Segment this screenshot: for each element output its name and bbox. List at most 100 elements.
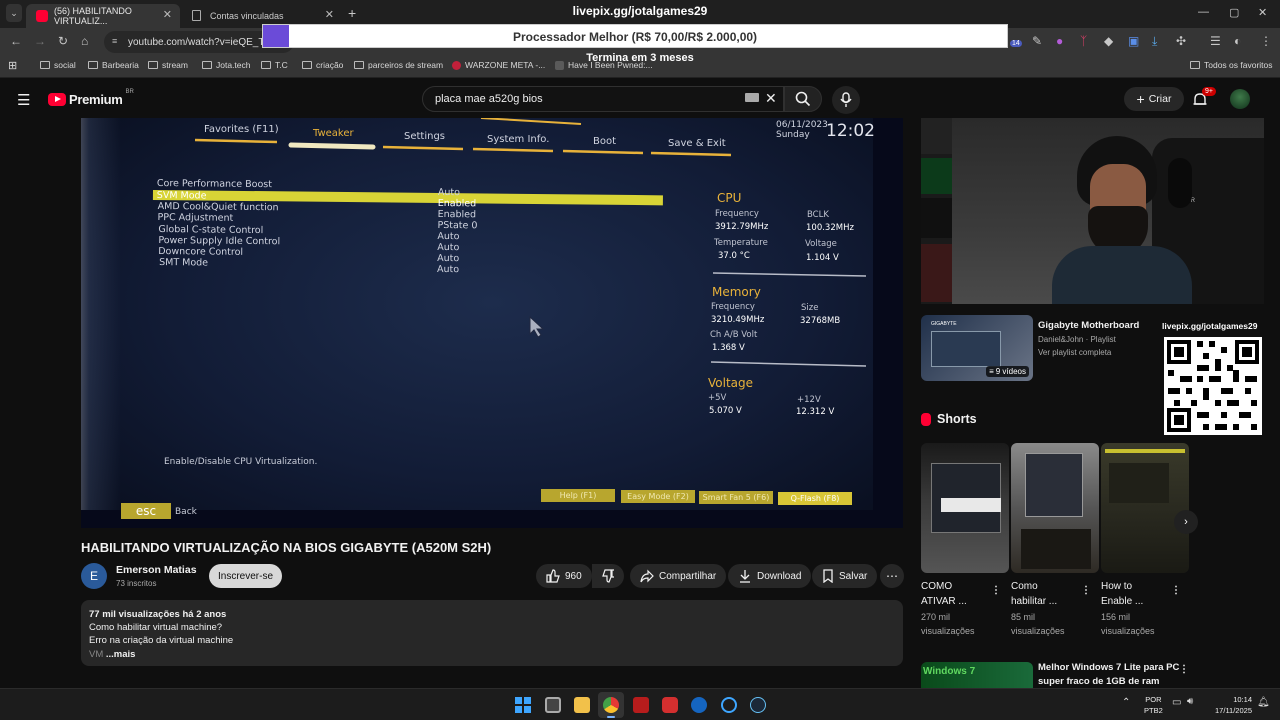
close-tab-icon[interactable]: ✕ [163, 8, 172, 21]
bios-help-text: Enable/Disable CPU Virtualization. [164, 457, 318, 467]
like-button[interactable]: 960 [536, 564, 592, 588]
more-actions-button[interactable]: ⋯ [880, 564, 904, 588]
dislike-button[interactable] [592, 564, 624, 588]
save-button[interactable]: Salvar [812, 564, 878, 588]
bios-back-label: Back [175, 507, 197, 517]
subscribe-button[interactable]: Inscrever-se [209, 564, 282, 588]
recommended-thumbnail[interactable]: Windows 7 [921, 662, 1033, 688]
maximize-icon[interactable]: ▢ [1229, 6, 1239, 19]
recommended-more-icon[interactable]: ⋮ [1179, 664, 1189, 675]
video-player[interactable]: Favorites (F11) Tweaker Settings System … [81, 118, 903, 528]
app-icon-2[interactable] [633, 697, 649, 713]
download-button[interactable]: Download [728, 564, 812, 588]
short-card[interactable]: COMO ATIVAR ... 270 mil visualizações ⋮ [921, 443, 1009, 643]
extension-badge[interactable]: 14 [1010, 40, 1022, 47]
windows-start-icon[interactable] [515, 697, 531, 713]
steam-icon[interactable] [750, 697, 766, 713]
bookmark-folder[interactable]: Barbearia [88, 60, 139, 70]
recommended-video[interactable]: Windows 7 Melhor Windows 7 Lite para PC … [921, 662, 1191, 688]
puzzle-icon[interactable]: ✣ [1176, 34, 1186, 48]
search-input[interactable]: placa mae a520g bios ✕ [422, 86, 784, 112]
playlist-author[interactable]: Daniel&John · Playlist [1038, 335, 1116, 344]
search-button[interactable] [784, 86, 822, 112]
apps-grid-icon[interactable]: ⊞ [8, 59, 17, 72]
app-icon-5[interactable] [721, 697, 737, 713]
minimize-icon[interactable]: — [1198, 6, 1209, 18]
back-icon[interactable]: ← [10, 34, 22, 48]
bookmark-folder[interactable]: Jota.tech [202, 60, 251, 70]
create-button[interactable]: + Criar [1124, 87, 1184, 111]
short-title-line1[interactable]: How to [1101, 581, 1132, 592]
language-indicator[interactable]: POR PTB2 [1144, 694, 1163, 716]
extension-icon-1[interactable]: ● [1056, 34, 1063, 48]
reload-icon[interactable]: ↻ [58, 34, 68, 48]
forward-icon[interactable]: → [34, 34, 46, 48]
extension-icon-4[interactable]: ▣ [1128, 34, 1139, 48]
more-menu-icon[interactable]: ⋮ [1260, 34, 1272, 48]
short-thumbnail[interactable] [921, 443, 1009, 573]
tab-list-icon[interactable]: ⌄ [6, 4, 22, 22]
bookmark-folder[interactable]: criação [302, 60, 343, 70]
playlist-title[interactable]: Gigabyte Motherboard [1038, 320, 1139, 331]
notifications-button[interactable]: 9+ [1192, 87, 1216, 110]
playlist-card[interactable]: GIGABYTE ≡ 9 vídeos Gigabyte Motherboard… [921, 315, 1161, 383]
network-icon[interactable]: ▭ [1172, 697, 1181, 708]
short-title-line2[interactable]: ATIVAR ... [921, 596, 967, 607]
chrome-app[interactable] [598, 692, 624, 718]
recommended-title-line1[interactable]: Melhor Windows 7 Lite para PC [1038, 662, 1179, 673]
new-tab-button[interactable]: + [348, 5, 356, 21]
profile-icon[interactable]: ◐ [1234, 34, 1241, 48]
favorites-bar-icon[interactable]: ☰ [1210, 34, 1221, 48]
playlist-thumbnail[interactable]: GIGABYTE ≡ 9 vídeos [921, 315, 1033, 381]
show-more-link[interactable]: ...mais [106, 649, 136, 660]
bookmark-folder[interactable]: T.C [261, 60, 288, 70]
short-title-line1[interactable]: COMO [921, 581, 952, 592]
memory-freq-value: 3210.49MHz [711, 315, 765, 325]
tab-active[interactable]: (56) HABILITANDO VIRTUALIZ... ✕ [26, 4, 180, 28]
site-info-icon[interactable]: ≡ [112, 36, 117, 46]
clock[interactable]: 10:14 17/11/2025 [1208, 694, 1252, 716]
short-title-line2[interactable]: habilitar ... [1011, 596, 1057, 607]
close-tab-icon[interactable]: ✕ [325, 8, 334, 21]
voice-search-button[interactable] [832, 86, 860, 114]
playlist-view-all-link[interactable]: Ver playlist completa [1038, 348, 1111, 357]
app-icon-3[interactable] [662, 697, 678, 713]
close-window-icon[interactable]: ✕ [1258, 6, 1267, 19]
video-description[interactable]: 77 mil visualizações há 2 anos Como habi… [81, 600, 903, 666]
short-card[interactable]: How to Enable ... 156 mil visualizações … [1101, 443, 1189, 643]
app-icon-4[interactable] [691, 697, 707, 713]
short-more-icon[interactable]: ⋮ [1171, 585, 1181, 596]
notification-center-icon[interactable]: 🔔︎ [1257, 697, 1270, 708]
hamburger-menu-icon[interactable]: ☰ [17, 91, 30, 109]
short-title-line2[interactable]: Enable ... [1101, 596, 1143, 607]
pen-icon[interactable]: ✎ [1032, 34, 1042, 48]
file-explorer-icon[interactable] [574, 697, 590, 713]
youtube-logo[interactable]: Premium BR [48, 89, 134, 107]
extension-icon-2[interactable]: ᛉ [1080, 34, 1087, 48]
bookmark-folder[interactable]: parceiros de stream [354, 60, 443, 70]
download-icon[interactable]: ⤓ [1152, 34, 1157, 49]
short-more-icon[interactable]: ⋮ [991, 585, 1001, 596]
account-avatar[interactable] [1230, 89, 1250, 109]
short-more-icon[interactable]: ⋮ [1081, 585, 1091, 596]
short-thumbnail[interactable] [1101, 443, 1189, 573]
short-title-line1[interactable]: Como [1011, 581, 1038, 592]
extension-icon-3[interactable]: ◆ [1104, 34, 1113, 48]
short-card[interactable]: Como habilitar ... 85 mil visualizações … [1011, 443, 1099, 643]
home-icon[interactable]: ⌂ [81, 34, 88, 48]
clear-search-icon[interactable]: ✕ [765, 90, 777, 107]
recommended-title-line2[interactable]: super fraco de 1GB de ram [1038, 676, 1159, 687]
bookmark-folder[interactable]: stream [148, 60, 188, 70]
share-button[interactable]: Compartilhar [630, 564, 727, 588]
short-thumbnail[interactable] [1011, 443, 1099, 573]
task-view-icon[interactable] [545, 697, 561, 713]
short-views-line2: visualizações [1101, 626, 1155, 636]
channel-avatar[interactable]: E [81, 563, 107, 589]
channel-name[interactable]: Emerson Matias [116, 564, 197, 576]
tray-chevron-icon[interactable]: ⌃ [1122, 697, 1130, 708]
volume-icon[interactable]: 🔊︎ [1187, 696, 1193, 707]
bookmark-folder[interactable]: social [40, 60, 76, 70]
all-favorites-folder[interactable]: Todos os favoritos [1190, 60, 1273, 70]
keyboard-icon[interactable] [745, 93, 759, 102]
shorts-next-button[interactable]: › [1174, 510, 1198, 534]
